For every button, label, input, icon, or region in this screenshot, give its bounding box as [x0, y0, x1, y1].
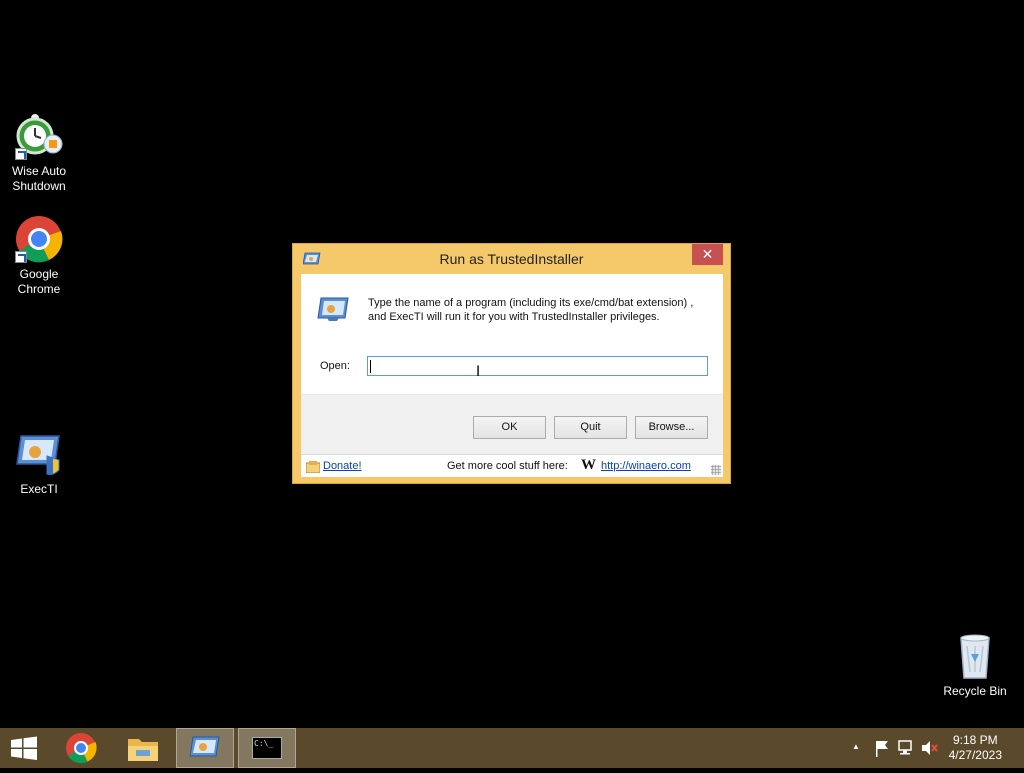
run-as-trustedinstaller-dialog: Run as TrustedInstaller ✕ Type the name … — [292, 243, 731, 484]
more-stuff-text: Get more cool stuff here: — [447, 460, 568, 472]
wise-auto-shutdown-icon — [15, 112, 63, 160]
taskbar-file-explorer-button[interactable] — [114, 728, 172, 768]
resize-grip-icon[interactable] — [711, 465, 721, 475]
open-label: Open: — [320, 360, 350, 372]
dialog-client-area: Type the name of a program (including it… — [301, 274, 723, 477]
execti-icon — [317, 297, 349, 321]
taskbar-command-prompt-button[interactable]: C:\_ — [238, 728, 296, 768]
prompt-line: Type the name of a program (including it… — [368, 297, 694, 309]
action-center-flag-icon[interactable] — [873, 728, 891, 768]
desktop-icon-label: ExecTI — [20, 482, 58, 496]
dialog-statusbar: Donate! Get more cool stuff here: W http… — [301, 454, 723, 477]
show-hidden-icons-button[interactable]: ▲ — [850, 728, 864, 768]
winaero-logo-icon: W — [581, 457, 596, 473]
shortcut-arrow-icon — [15, 148, 27, 160]
dialog-titlebar[interactable]: Run as TrustedInstaller ✕ — [293, 244, 730, 274]
start-button[interactable] — [0, 728, 58, 768]
taskbar: C:\_ ▲ 9:18 PM 4/27/2023 — [0, 728, 1024, 768]
taskbar-execti-button[interactable] — [176, 728, 234, 768]
text-caret — [370, 360, 371, 373]
prompt-line: and ExecTI will run it for you with Trus… — [368, 311, 660, 323]
desktop-icon-wise-auto-shutdown[interactable]: Wise Auto Shutdown — [1, 112, 77, 194]
donate-link[interactable]: Donate! — [323, 460, 362, 472]
ok-button[interactable]: OK — [473, 416, 546, 439]
browse-button[interactable]: Browse... — [635, 416, 708, 439]
desktop-icon-label: Wise Auto — [11, 164, 67, 178]
desktop-icon-label: Recycle Bin — [943, 684, 1007, 698]
donate-icon — [306, 461, 320, 473]
taskbar-chrome-button[interactable] — [52, 728, 110, 768]
desktop-icon-label: Chrome — [17, 282, 61, 296]
dialog-prompt-text: Type the name of a program (including it… — [368, 296, 708, 324]
volume-muted-icon[interactable] — [920, 728, 940, 768]
desktop-icon-google-chrome[interactable]: Google Chrome — [1, 215, 77, 297]
clock-date: 4/27/2023 — [948, 748, 1002, 762]
desktop-icon-label: Shutdown — [12, 179, 66, 193]
taskbar-clock[interactable]: 9:18 PM 4/27/2023 — [949, 733, 1002, 763]
quit-button[interactable]: Quit — [554, 416, 627, 439]
dialog-button-area: OK Quit Browse... — [301, 394, 723, 454]
desktop-icon-recycle-bin[interactable]: Recycle Bin — [937, 632, 1013, 699]
windows-logo-icon — [11, 736, 37, 760]
recycle-bin-icon — [951, 632, 999, 680]
execti-icon — [15, 430, 63, 478]
dialog-title: Run as TrustedInstaller — [439, 251, 584, 267]
desktop-icon-execti[interactable]: ExecTI — [1, 430, 77, 497]
open-input[interactable] — [367, 356, 708, 376]
ibeam-cursor-icon: I — [476, 364, 481, 380]
folder-icon — [128, 739, 158, 761]
desktop-icon-label: Google — [19, 267, 59, 281]
network-icon[interactable] — [897, 728, 915, 768]
clock-time: 9:18 PM — [952, 733, 998, 747]
chrome-icon — [15, 215, 63, 263]
shortcut-arrow-icon — [15, 251, 27, 263]
winaero-link[interactable]: http://winaero.com — [601, 460, 691, 472]
up-arrow-icon: ▲ — [852, 742, 860, 751]
close-button[interactable]: ✕ — [692, 244, 723, 265]
execti-icon — [189, 736, 220, 757]
chrome-icon — [66, 733, 97, 764]
command-prompt-icon: C:\_ — [252, 737, 282, 759]
